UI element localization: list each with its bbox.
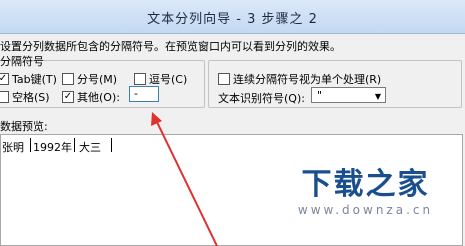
watermark-logo: 下载之家 (301, 167, 430, 202)
watermark-url: www.downza.cn (297, 203, 434, 217)
arrow-line (155, 119, 218, 246)
watermark: 下载之家 www.downza.cn (268, 167, 463, 217)
arrow-head (151, 112, 162, 126)
